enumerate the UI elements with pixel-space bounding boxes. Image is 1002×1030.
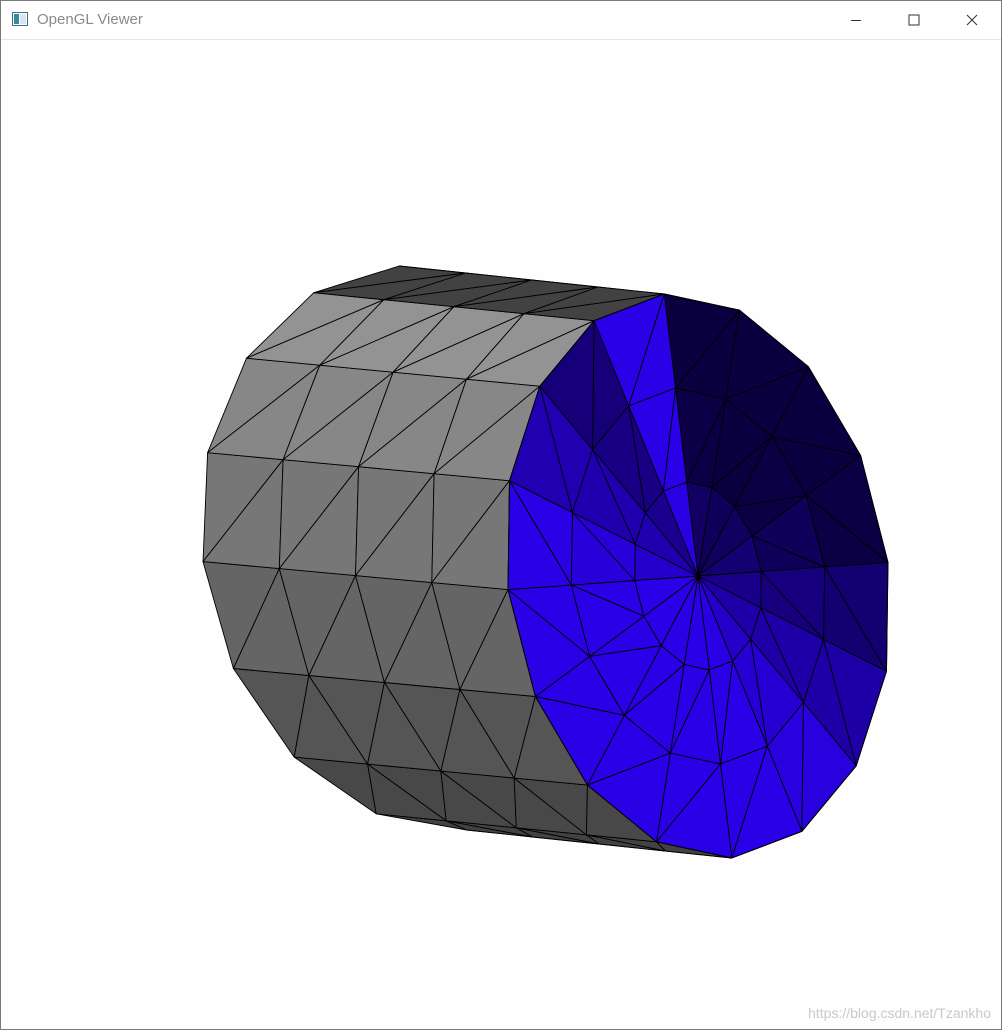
gl-canvas-area[interactable]: https://blog.csdn.net/Tzankho bbox=[1, 40, 1001, 1029]
window-title: OpenGL Viewer bbox=[37, 11, 143, 28]
minimize-icon bbox=[851, 20, 861, 21]
mesh-side-triangle bbox=[293, 756, 377, 815]
app-window-icon bbox=[12, 12, 28, 26]
minimize-button[interactable] bbox=[827, 1, 885, 39]
3d-mesh-viewport[interactable] bbox=[1, 40, 1001, 1029]
title-bar[interactable]: OpenGL Viewer bbox=[1, 1, 1001, 40]
watermark: https://blog.csdn.net/Tzankho bbox=[808, 1005, 991, 1021]
maximize-icon bbox=[908, 14, 920, 26]
opengl-viewer-window: OpenGL Viewer https://blog.csdn.net/Tzan… bbox=[0, 0, 1002, 1030]
close-icon bbox=[966, 14, 978, 26]
maximize-button[interactable] bbox=[885, 1, 943, 39]
close-button[interactable] bbox=[943, 1, 1001, 39]
cylinder-mesh bbox=[202, 265, 889, 859]
